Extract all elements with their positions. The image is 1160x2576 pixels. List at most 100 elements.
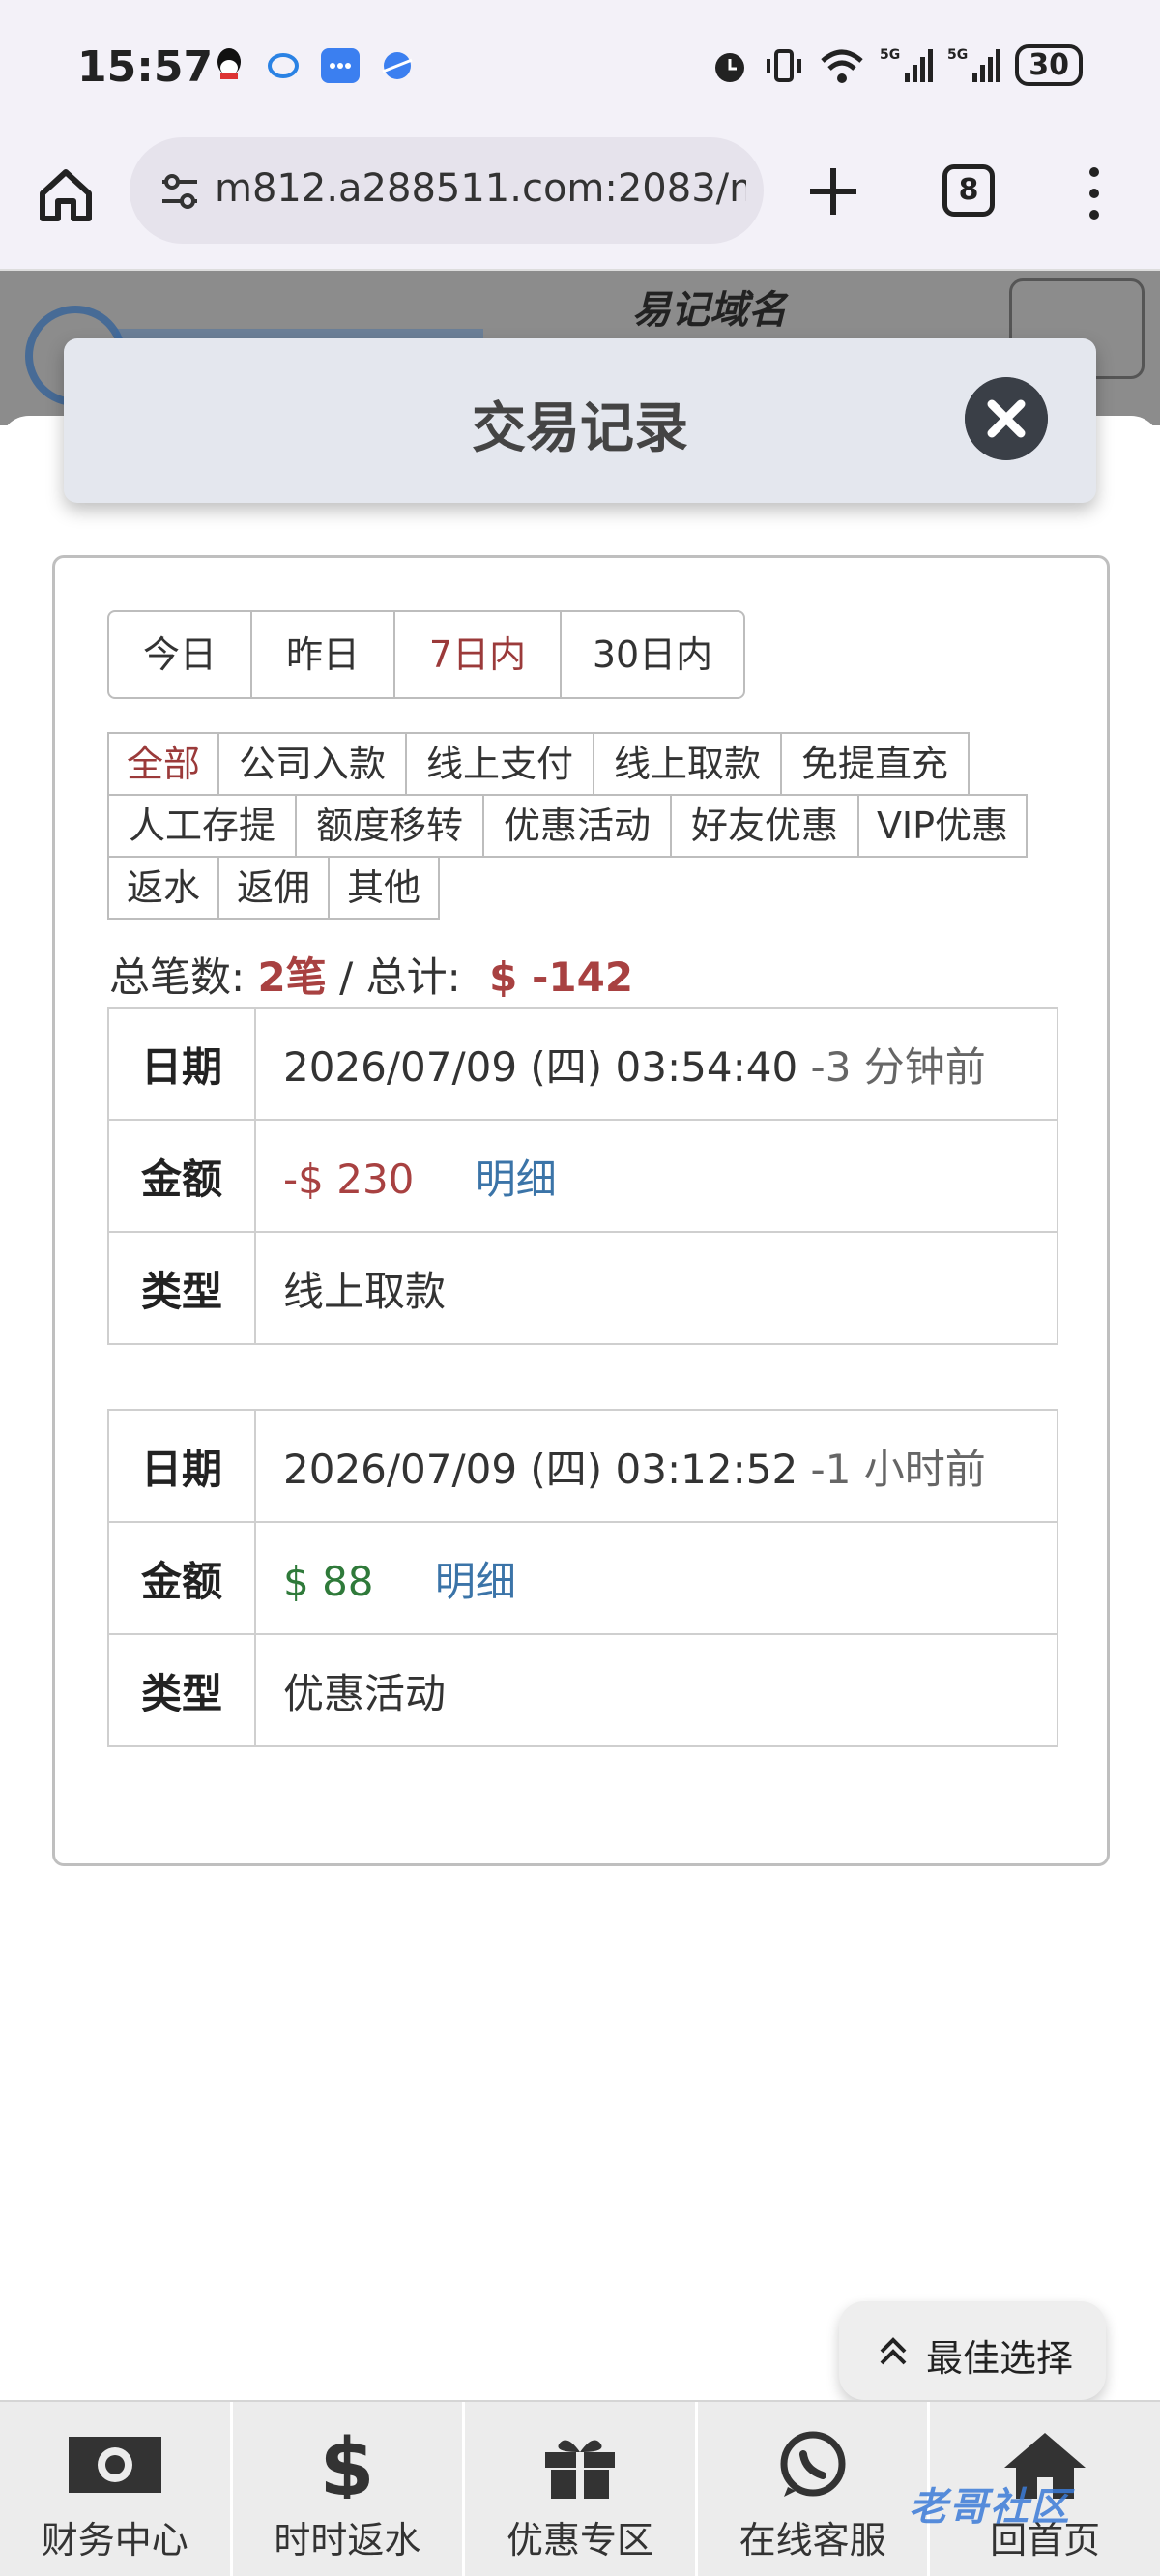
screen: 15:57 5G 5G 30 m812.a288511.com:2083/mo … xyxy=(0,0,1160,2576)
watermark: 老哥社区 xyxy=(909,2485,1071,2530)
nav-label: 时时返水 xyxy=(274,2519,421,2561)
category-friend-bonus[interactable]: 好友优惠 xyxy=(670,794,859,858)
category-row-2: 人工存提 额度移转 优惠活动 好友优惠 VIP优惠 xyxy=(107,794,1028,858)
svg-text:$: $ xyxy=(320,2431,375,2499)
category-row-3: 返水 返佣 其他 xyxy=(107,856,440,920)
detail-link[interactable]: 明细 xyxy=(435,1558,516,1605)
svg-text:5G: 5G xyxy=(947,47,968,63)
amount-value: -$ 230 xyxy=(283,1155,415,1203)
date-cell: 2026/07/09 (四) 03:54:40 -3 分钟前 xyxy=(254,1007,1058,1121)
amount-cell: $ 88 明细 xyxy=(254,1521,1058,1635)
filter-yesterday[interactable]: 昨日 xyxy=(250,610,395,699)
new-tab-icon[interactable] xyxy=(804,162,862,220)
money-icon xyxy=(68,2437,161,2493)
date-label: 日期 xyxy=(107,1409,256,1523)
best-choice-button[interactable]: 最佳选择 xyxy=(839,2301,1106,2400)
category-company-deposit[interactable]: 公司入款 xyxy=(218,732,407,796)
record-table: 日期 2026/07/09 (四) 03:54:40 -3 分钟前 金额 -$ … xyxy=(107,1007,1058,1345)
table-row: 类型 线上取款 xyxy=(107,1231,1058,1345)
modal-header: 交易记录 xyxy=(64,338,1096,503)
nav-label: 优惠专区 xyxy=(506,2519,653,2561)
type-label: 类型 xyxy=(107,1231,256,1345)
table-row: 金额 -$ 230 明细 xyxy=(107,1119,1058,1233)
message-icon xyxy=(321,48,360,83)
category-online-withdrawal[interactable]: 线上取款 xyxy=(593,732,782,796)
chevron-double-up-icon xyxy=(880,2337,907,2365)
category-transfer[interactable]: 额度移转 xyxy=(295,794,484,858)
nav-finance-center[interactable]: 财务中心 xyxy=(0,2402,233,2576)
best-choice-label: 最佳选择 xyxy=(926,2337,1074,2380)
signal-5g-icon-2: 5G xyxy=(947,47,1001,82)
day-filter-group: 今日 昨日 7日内 30日内 xyxy=(107,610,745,699)
address-bar[interactable]: m812.a288511.com:2083/mo xyxy=(130,137,764,244)
alarm-icon xyxy=(715,52,745,82)
category-vip-bonus[interactable]: VIP优惠 xyxy=(857,794,1028,858)
status-bar: 15:57 5G 5G 30 xyxy=(0,0,1160,135)
category-other[interactable]: 其他 xyxy=(328,856,440,920)
amount-label: 金额 xyxy=(107,1119,256,1233)
records-panel: 今日 昨日 7日内 30日内 全部 公司入款 线上支付 线上取款 免提直充 人工… xyxy=(52,555,1110,1866)
total-label: 总计: xyxy=(365,953,461,1001)
category-direct-recharge[interactable]: 免提直充 xyxy=(780,732,970,796)
filter-7-days[interactable]: 7日内 xyxy=(393,610,562,699)
summary-separator: / xyxy=(326,953,366,1001)
count-value: 2笔 xyxy=(257,953,327,1001)
table-row: 日期 2026/07/09 (四) 03:54:40 -3 分钟前 xyxy=(107,1007,1058,1121)
category-promotions[interactable]: 优惠活动 xyxy=(482,794,672,858)
wifi-icon xyxy=(821,49,863,83)
system-status-icons: 5G 5G 30 xyxy=(710,44,1083,86)
nav-label: 在线客服 xyxy=(739,2519,886,2561)
date-label: 日期 xyxy=(107,1007,256,1121)
chat-bubble-icon xyxy=(268,53,299,78)
table-row: 金额 $ 88 明细 xyxy=(107,1521,1058,1635)
filter-30-days[interactable]: 30日内 xyxy=(560,610,745,699)
battery-indicator: 30 xyxy=(1015,44,1083,86)
relative-time: -3 分钟前 xyxy=(810,1042,986,1091)
site-logo-text: 易记域名 xyxy=(632,288,787,333)
type-value: 优惠活动 xyxy=(254,1633,1058,1747)
tab-switcher-button[interactable]: 8 xyxy=(942,164,995,217)
summary-line: 总笔数: 2笔 / 总计: $ -142 xyxy=(109,945,633,1004)
nav-rebate[interactable]: $ 时时返水 xyxy=(233,2402,466,2576)
vibrate-icon xyxy=(767,48,802,82)
amount-value: $ 88 xyxy=(283,1557,374,1605)
filter-today[interactable]: 今日 xyxy=(107,610,252,699)
modal-title: 交易记录 xyxy=(472,397,688,460)
browser-toolbar: m812.a288511.com:2083/mo 8 xyxy=(0,135,1160,271)
qq-icon xyxy=(218,48,241,79)
browser-home-icon[interactable] xyxy=(35,164,97,226)
type-label: 类型 xyxy=(107,1633,256,1747)
nav-promotions[interactable]: 优惠专区 xyxy=(465,2402,698,2576)
category-online-payment[interactable]: 线上支付 xyxy=(405,732,594,796)
site-settings-icon[interactable] xyxy=(159,170,201,213)
browser-menu-icon[interactable] xyxy=(1081,164,1108,222)
table-row: 日期 2026/07/09 (四) 03:12:52 -1 小时前 xyxy=(107,1409,1058,1523)
table-row: 类型 优惠活动 xyxy=(107,1633,1058,1747)
whatsapp-icon xyxy=(780,2431,846,2497)
category-manual[interactable]: 人工存提 xyxy=(107,794,297,858)
close-icon[interactable] xyxy=(965,377,1048,460)
nav-customer-service[interactable]: 在线客服 xyxy=(698,2402,931,2576)
date-cell: 2026/07/09 (四) 03:12:52 -1 小时前 xyxy=(254,1409,1058,1523)
svg-text:5G: 5G xyxy=(880,47,900,63)
count-label: 总笔数: xyxy=(109,953,246,1001)
gift-icon xyxy=(544,2440,615,2499)
nav-label: 财务中心 xyxy=(41,2519,188,2561)
category-all[interactable]: 全部 xyxy=(107,732,219,796)
date-value: 2026/07/09 (四) 03:12:52 xyxy=(283,1445,798,1493)
signal-5g-icon: 5G xyxy=(880,47,934,82)
total-value: $ -142 xyxy=(489,953,634,1001)
detail-link[interactable]: 明细 xyxy=(476,1156,557,1203)
type-value: 线上取款 xyxy=(254,1231,1058,1345)
planet-icon xyxy=(382,52,413,79)
category-rebate[interactable]: 返水 xyxy=(107,856,219,920)
category-commission[interactable]: 返佣 xyxy=(218,856,330,920)
category-row-1: 全部 公司入款 线上支付 线上取款 免提直充 xyxy=(107,732,970,796)
dollar-icon: $ xyxy=(320,2431,375,2499)
date-value: 2026/07/09 (四) 03:54:40 xyxy=(283,1042,798,1091)
relative-time: -1 小时前 xyxy=(810,1445,986,1493)
notification-icons xyxy=(211,46,416,85)
status-time: 15:57 xyxy=(77,43,214,92)
record-table: 日期 2026/07/09 (四) 03:12:52 -1 小时前 金额 $ 8… xyxy=(107,1409,1058,1747)
url-text: m812.a288511.com:2083/mo xyxy=(215,166,746,211)
